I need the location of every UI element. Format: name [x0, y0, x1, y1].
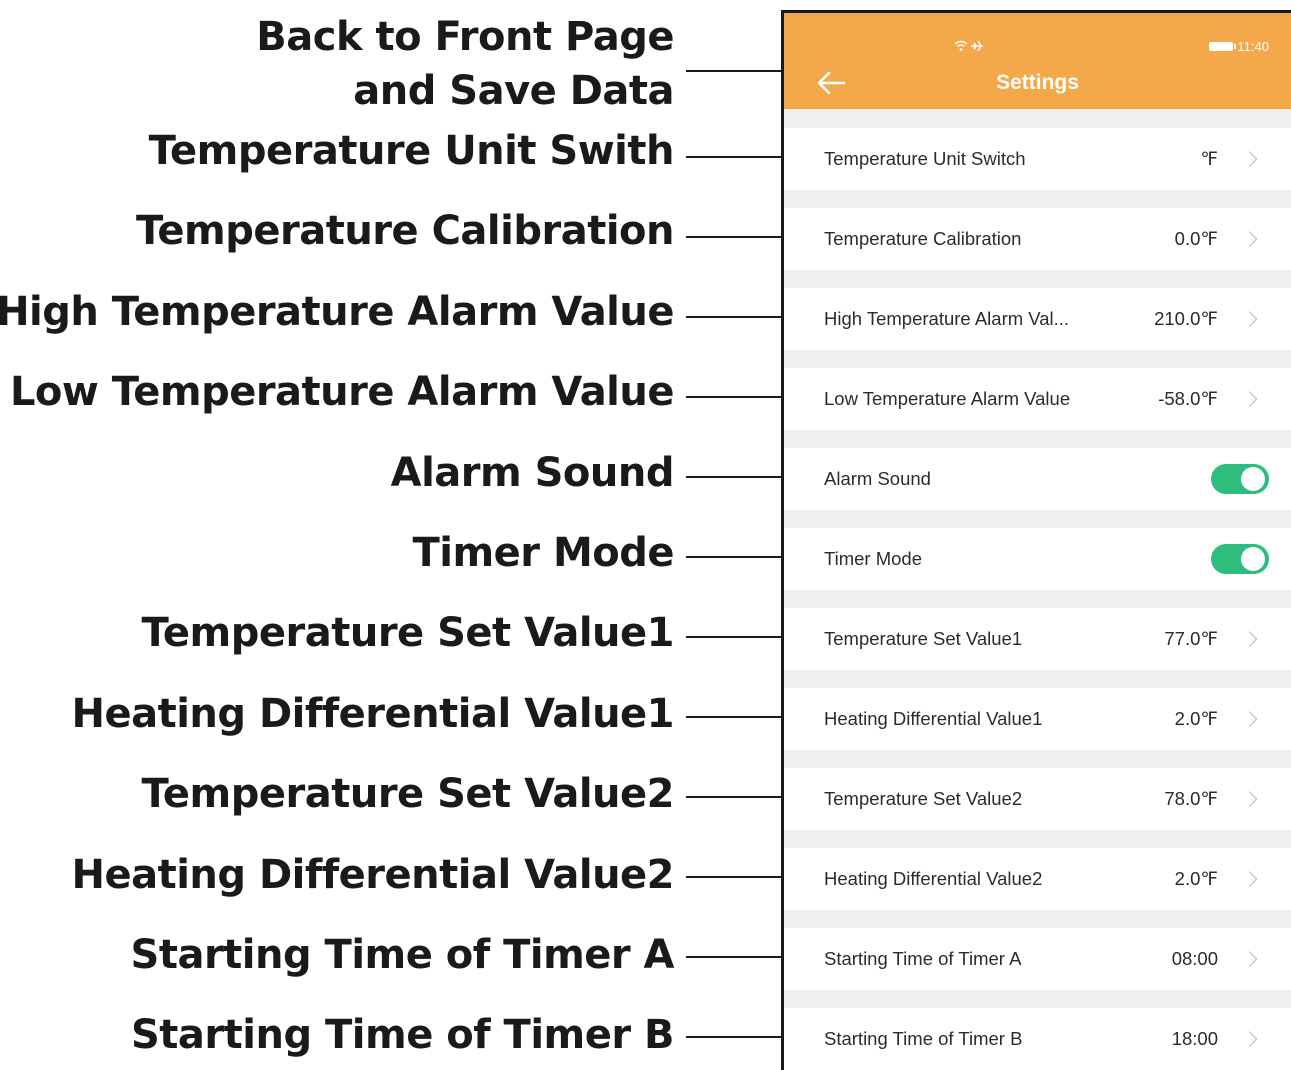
callout-set-value1: Temperature Set Value1 — [141, 610, 674, 656]
callout-set-value2: Temperature Set Value2 — [141, 771, 674, 817]
chevron-right-icon — [1241, 311, 1258, 327]
chevron-right-icon — [1241, 951, 1258, 967]
row-label: Heating Differential Value1 — [824, 708, 1043, 729]
row-value: 2.0℉ — [1174, 708, 1218, 729]
chevron-right-icon — [1241, 711, 1258, 727]
row-label: Starting Time of Timer B — [824, 1028, 1023, 1049]
row-value: 0.0℉ — [1174, 228, 1218, 249]
chevron-right-icon — [1241, 791, 1258, 807]
callout-back-save-line1: Back to Front Page — [256, 14, 674, 60]
row-label: Temperature Calibration — [824, 228, 1022, 249]
callout-timer-b: Starting Time of Timer B — [131, 1012, 675, 1058]
row-value: ℉ — [1200, 148, 1218, 169]
row-value: 210.0℉ — [1154, 308, 1218, 329]
setting-row-starting-time-timer-a[interactable]: Starting Time of Timer A 08:00 — [784, 928, 1291, 990]
row-label: Temperature Unit Switch — [824, 148, 1026, 169]
alarm-sound-toggle[interactable] — [1211, 464, 1269, 494]
chevron-right-icon — [1241, 151, 1258, 167]
toggle-knob — [1241, 467, 1265, 491]
row-value: 18:00 — [1171, 1028, 1218, 1049]
callout-timer-mode: Timer Mode — [412, 530, 674, 576]
wifi-airplane-icon — [954, 39, 984, 56]
setting-row-temperature-unit-switch[interactable]: Temperature Unit Switch ℉ — [784, 128, 1291, 190]
row-label: Heating Differential Value2 — [824, 868, 1043, 889]
row-label: Timer Mode — [824, 548, 923, 569]
callout-calibration: Temperature Calibration — [135, 208, 675, 254]
row-label: High Temperature Alarm Val... — [824, 308, 1070, 329]
callout-back-save-line2: and Save Data — [353, 68, 674, 114]
setting-row-heating-differential-value2[interactable]: Heating Differential Value2 2.0℉ — [784, 848, 1291, 910]
chevron-right-icon — [1241, 1031, 1258, 1047]
row-label: Temperature Set Value1 — [824, 628, 1023, 649]
battery-time: 11:40 — [1209, 39, 1269, 54]
callout-heating-diff1: Heating Differential Value1 — [71, 691, 674, 737]
setting-row-temperature-set-value2[interactable]: Temperature Set Value2 78.0℉ — [784, 768, 1291, 830]
chevron-right-icon — [1241, 391, 1258, 407]
page-title: Settings — [996, 71, 1079, 94]
setting-row-high-temperature-alarm[interactable]: High Temperature Alarm Val... 210.0℉ — [784, 288, 1291, 350]
setting-row-heating-differential-value1[interactable]: Heating Differential Value1 2.0℉ — [784, 688, 1291, 750]
row-value: -58.0℉ — [1158, 388, 1218, 409]
chevron-right-icon — [1241, 631, 1258, 647]
row-label: Temperature Set Value2 — [824, 788, 1023, 809]
row-value: 77.0℉ — [1164, 628, 1218, 649]
row-label: Low Temperature Alarm Value — [824, 388, 1071, 409]
callout-back-save: Back to Front Page and Save Data — [256, 10, 674, 118]
setting-row-low-temperature-alarm[interactable]: Low Temperature Alarm Value -58.0℉ — [784, 368, 1291, 430]
row-label: Starting Time of Timer A — [824, 948, 1022, 969]
toggle-knob — [1241, 547, 1265, 571]
phone-screen: 11:40 Settings Temperature Unit Switch ℉… — [781, 10, 1291, 1070]
chevron-right-icon — [1241, 871, 1258, 887]
callout-low-alarm: Low Temperature Alarm Value — [9, 369, 675, 415]
callout-heating-diff2: Heating Differential Value2 — [71, 852, 674, 898]
setting-row-timer-mode: Timer Mode — [784, 528, 1291, 590]
setting-row-temperature-set-value1[interactable]: Temperature Set Value1 77.0℉ — [784, 608, 1291, 670]
app-header: 11:40 Settings — [784, 13, 1291, 109]
setting-row-temperature-calibration[interactable]: Temperature Calibration 0.0℉ — [784, 208, 1291, 270]
row-value: 08:00 — [1171, 948, 1218, 969]
callout-alarm-sound: Alarm Sound — [390, 450, 675, 496]
row-label: Alarm Sound — [824, 468, 931, 489]
row-value: 2.0℉ — [1174, 868, 1218, 889]
callout-high-alarm: High Temperature Alarm Value — [0, 289, 674, 335]
row-value: 78.0℉ — [1164, 788, 1218, 809]
callout-timer-a: Starting Time of Timer A — [130, 932, 675, 978]
status-bar: 11:40 — [784, 39, 1291, 59]
chevron-right-icon — [1241, 231, 1258, 247]
timer-mode-toggle[interactable] — [1211, 544, 1269, 574]
callout-unit-switch: Temperature Unit Swith — [148, 128, 675, 174]
status-time: 11:40 — [1237, 39, 1269, 54]
battery-icon — [1209, 42, 1237, 51]
setting-row-alarm-sound: Alarm Sound — [784, 448, 1291, 510]
